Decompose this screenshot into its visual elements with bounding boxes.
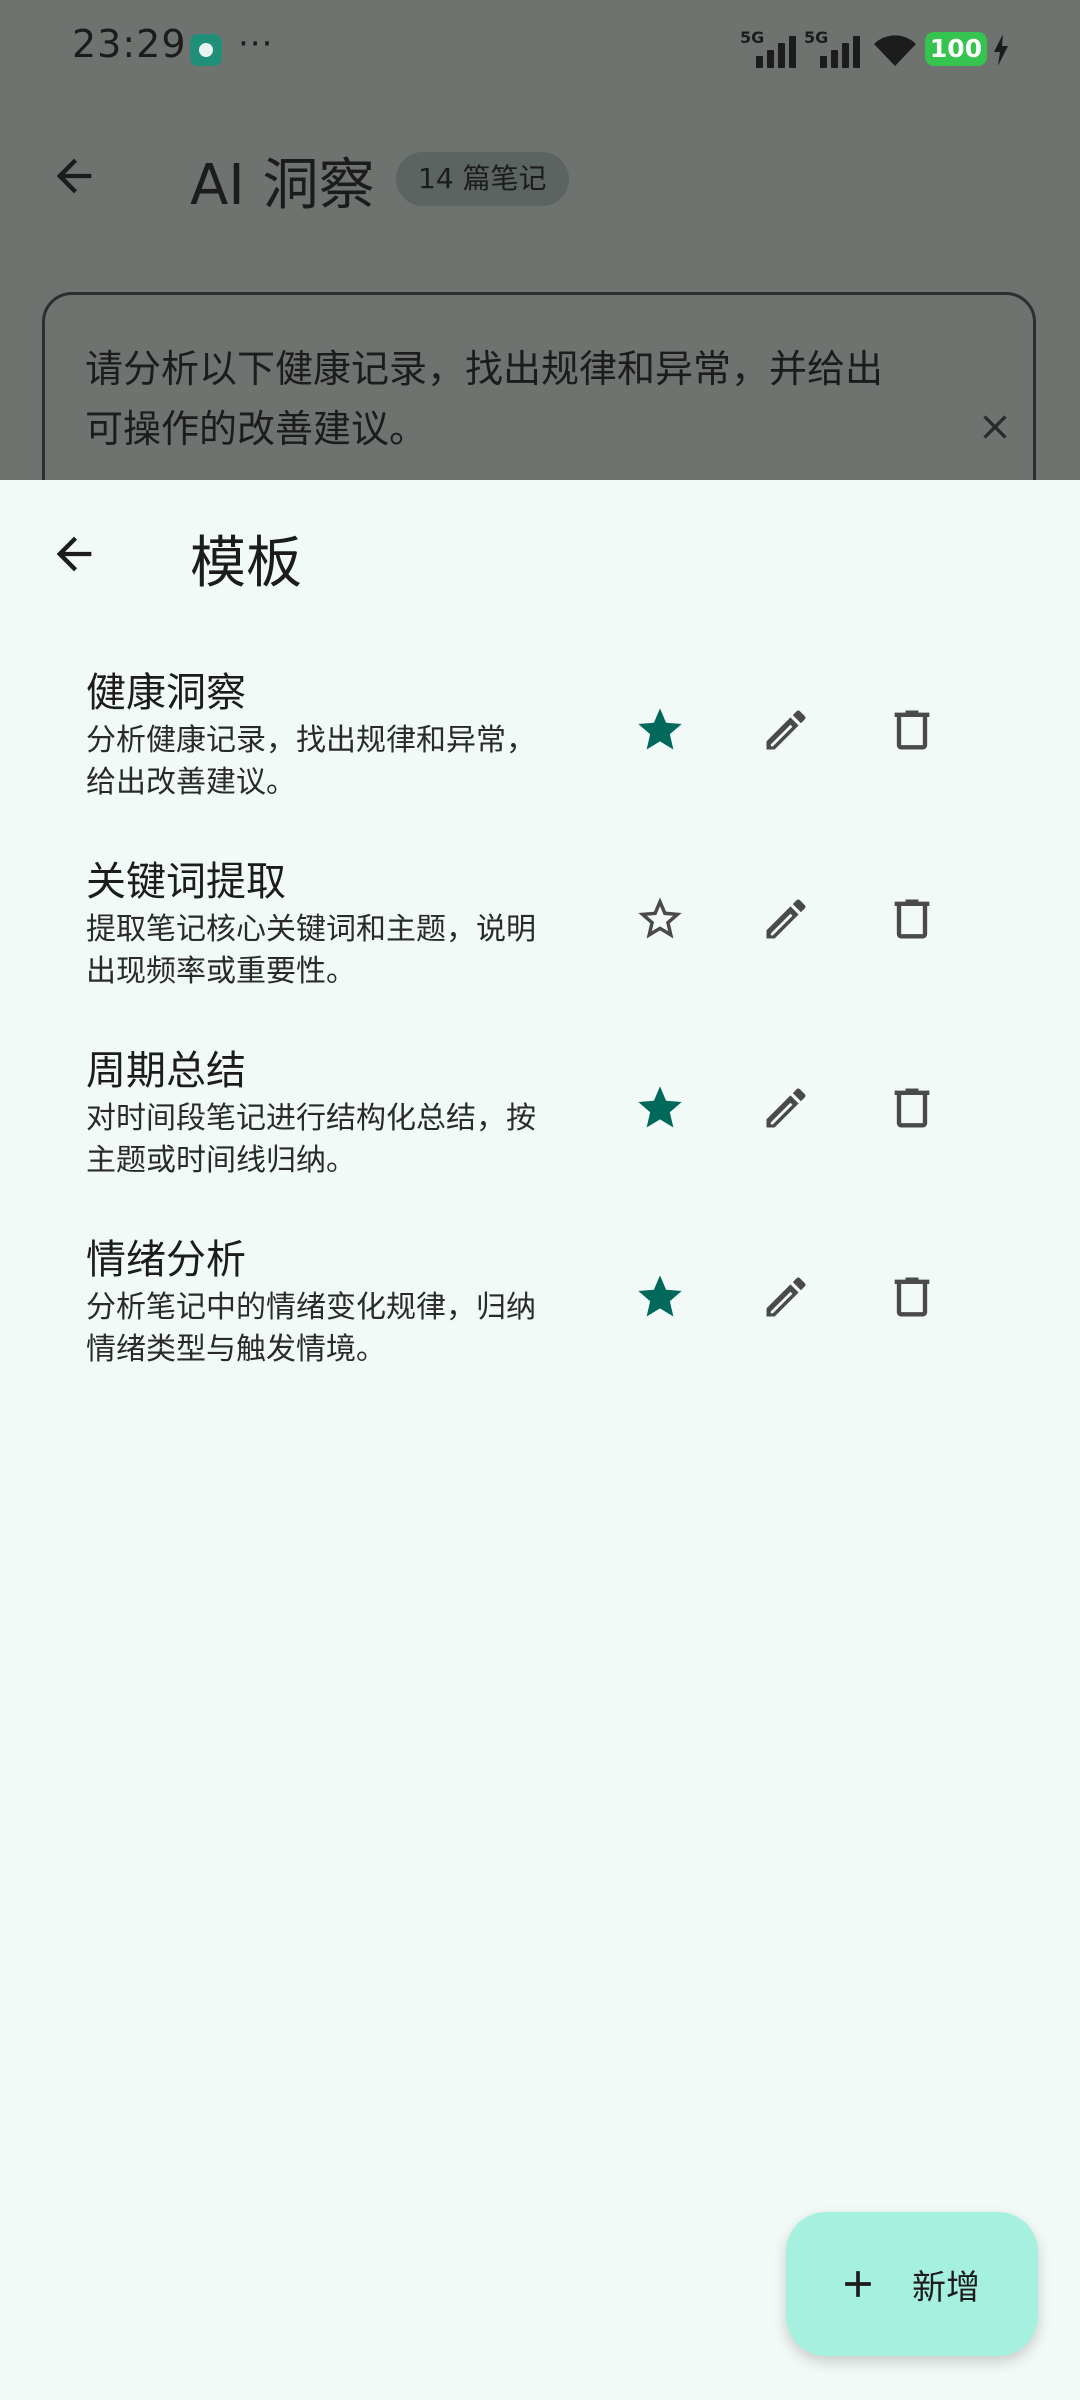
delete-button[interactable] [878,885,946,953]
background-page: 23:29 ··· 5G 5G 100 AI 洞察 14 篇笔记 请分析以下健康… [0,0,1080,480]
delete-button[interactable] [878,1074,946,1142]
back-button[interactable] [48,528,100,580]
note-count-badge: 14 篇笔记 [396,152,569,206]
template-item[interactable]: 健康洞察 分析健康记录，找出规律和异常，给出改善建议。 [0,660,1080,849]
template-item[interactable]: 关键词提取 提取笔记核心关键词和主题，说明出现频率或重要性。 [0,849,1080,1038]
status-time: 23:29 [72,22,187,66]
template-description: 提取笔记核心关键词和主题，说明出现频率或重要性。 [86,912,536,989]
add-template-button[interactable]: 新增 [786,2212,1038,2356]
back-arrow-icon [56,158,92,194]
screen: 23:29 ··· 5G 5G 100 AI 洞察 14 篇笔记 请分析以下健康… [0,0,1080,2400]
prompt-text: 请分析以下健康记录，找出规律和异常，并给出可操作的改善建议。 [85,347,884,451]
template-description: 分析笔记中的情绪变化规律，归纳情绪类型与触发情境。 [86,1290,536,1367]
template-item[interactable]: 周期总结 对时间段笔记进行结构化总结，按主题或时间线归纳。 [0,1038,1080,1227]
battery-icon: 100 [925,32,987,66]
cellular-signal-icon-2: 5G [804,28,868,68]
edit-button[interactable] [752,1074,820,1142]
template-description: 对时间段笔记进行结构化总结，按主题或时间线归纳。 [86,1101,536,1178]
pencil-icon [766,1088,806,1128]
trash-icon [894,899,930,939]
trash-icon [894,1277,930,1317]
edit-button[interactable] [752,1263,820,1331]
favorite-button[interactable] [626,696,694,764]
trash-icon [894,1088,930,1128]
template-sheet: 模板 健康洞察 分析健康记录，找出规律和异常，给出改善建议。 关键词提取 提取笔… [0,480,1080,2400]
pencil-icon [766,899,806,939]
favorite-button[interactable] [626,1263,694,1331]
network-type-label: 5G [740,28,765,47]
template-name: 情绪分析 [86,1237,246,1283]
wifi-icon [874,35,916,66]
status-bar: 23:29 ··· 5G 5G 100 [0,0,1080,100]
star-filled-icon [638,1275,682,1317]
star-filled-icon [638,1086,682,1128]
star-outline-icon [638,897,682,939]
delete-button[interactable] [878,1263,946,1331]
network-type-label-2: 5G [804,28,829,47]
template-name: 周期总结 [86,1048,246,1094]
template-description: 分析健康记录，找出规律和异常，给出改善建议。 [86,723,536,800]
page-title: AI 洞察 [190,153,375,218]
template-name: 健康洞察 [86,670,246,716]
plus-icon [845,2271,871,2297]
star-filled-icon [638,708,682,750]
charging-icon [994,34,1008,66]
favorite-button[interactable] [626,1074,694,1142]
sheet-title: 模板 [190,531,302,596]
trash-icon [894,710,930,750]
pencil-icon [766,710,806,750]
edit-button[interactable] [752,885,820,953]
template-item[interactable]: 情绪分析 分析笔记中的情绪变化规律，归纳情绪类型与触发情境。 [0,1227,1080,1416]
template-list: 健康洞察 分析健康记录，找出规律和异常，给出改善建议。 关键词提取 提取笔记核心… [0,660,1080,1416]
pencil-icon [766,1277,806,1317]
app-notification-icon [190,34,222,66]
edit-button[interactable] [752,696,820,764]
cellular-signal-icon: 5G [740,28,804,68]
background-header: AI 洞察 14 篇笔记 [0,120,1080,240]
more-notifications-icon: ··· [238,24,274,64]
template-name: 关键词提取 [86,859,286,905]
favorite-button[interactable] [626,885,694,953]
close-icon [983,415,1007,439]
delete-button[interactable] [878,696,946,764]
prompt-input: 请分析以下健康记录，找出规律和异常，并给出可操作的改善建议。 [42,292,1036,480]
add-button-label: 新增 [912,2268,980,2308]
